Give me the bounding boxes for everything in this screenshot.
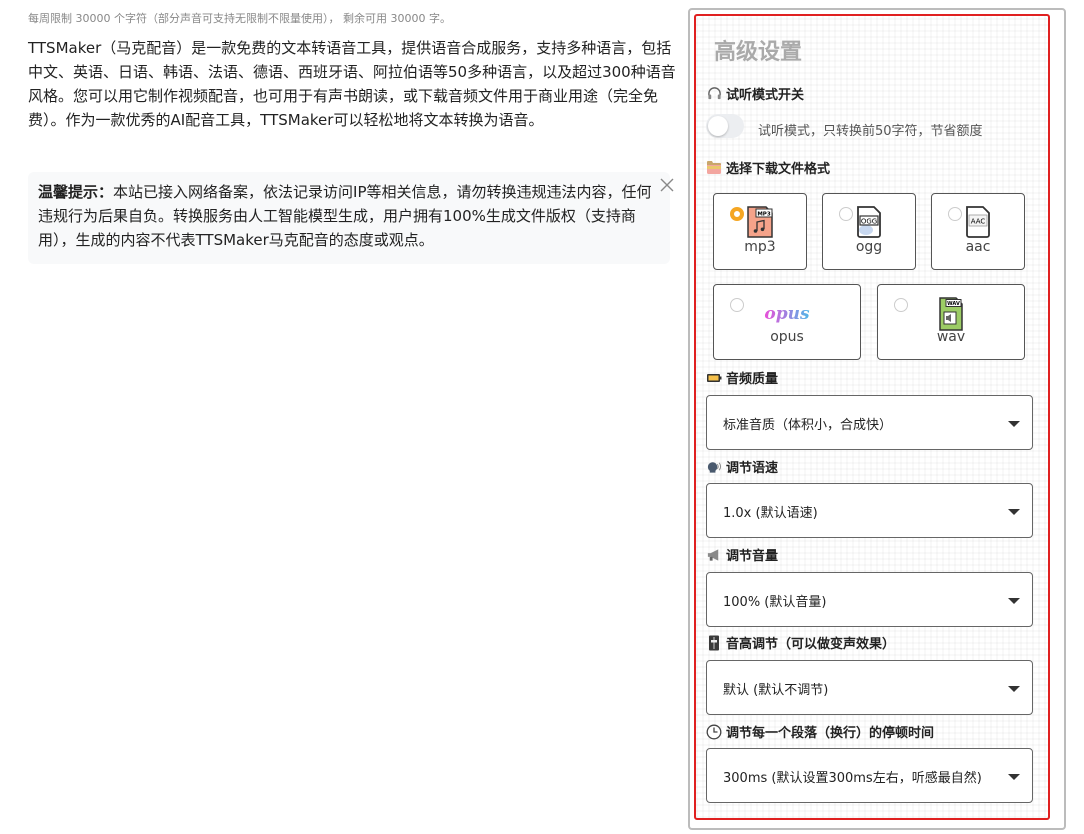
speed-select-value: 1.0x (默认语速) — [723, 506, 818, 521]
preview-mode-description: 试听模式，只转换前50字符，节省额度 — [758, 124, 983, 139]
format-radio-aac[interactable] — [948, 207, 962, 221]
format-radio-mp3[interactable] — [730, 207, 744, 221]
battery-icon — [706, 370, 722, 386]
chevron-down-icon — [1008, 421, 1020, 427]
preview-mode-label-text: 试听模式开关 — [726, 88, 805, 103]
speed-select[interactable]: 1.0x (默认语速) — [706, 483, 1033, 538]
preview-mode-toggle[interactable] — [706, 114, 744, 138]
format-option-wav[interactable]: WAV wav — [877, 284, 1025, 360]
pitch-label: 音高调节（可以做变声效果） — [706, 633, 895, 652]
format-label: 选择下载文件格式 — [706, 158, 830, 177]
chevron-down-icon — [1008, 774, 1020, 780]
quality-label-text: 音频质量 — [726, 372, 779, 387]
headphones-icon — [706, 86, 722, 102]
format-name-aac: aac — [965, 239, 991, 255]
pause-select-value: 300ms (默认设置300ms左右，听感最自然) — [723, 771, 982, 786]
svg-text:AAC: AAC — [971, 218, 986, 226]
format-radio-opus[interactable] — [730, 298, 744, 312]
folder-icon — [706, 160, 722, 176]
level-slider-icon — [706, 635, 722, 651]
wav-file-icon: WAV — [939, 297, 963, 331]
format-name-ogg: ogg — [855, 239, 883, 255]
svg-text:WAV: WAV — [947, 301, 960, 307]
format-name-mp3: mp3 — [744, 239, 776, 255]
format-option-ogg[interactable]: OGG ogg — [822, 193, 916, 270]
opus-logo-icon: opus — [764, 304, 810, 324]
quality-select-value: 标准音质（体积小，合成快） — [723, 418, 893, 433]
pause-select[interactable]: 300ms (默认设置300ms左右，听感最自然) — [706, 748, 1033, 803]
format-radio-wav[interactable] — [894, 298, 908, 312]
volume-label: 调节音量 — [706, 545, 778, 564]
chevron-down-icon — [1008, 509, 1020, 515]
close-icon[interactable] — [658, 176, 676, 194]
pause-label: 调节每一个段落（换行）的停顿时间 — [706, 722, 934, 741]
notice-label: 温馨提示： — [38, 183, 114, 201]
chevron-down-icon — [1008, 686, 1020, 692]
advanced-settings-panel: 高级设置 试听模式开关 试听模式，只转换前50字符，节省额度 选择下载文件格式 … — [694, 14, 1050, 820]
svg-text:opus: opus — [764, 304, 810, 324]
volume-select-value: 100% (默认音量) — [723, 595, 827, 610]
speaking-head-icon — [706, 459, 722, 475]
svg-text:MP3: MP3 — [757, 212, 771, 218]
notice-text: 本站已接入网络备案，依法记录访问IP等相关信息，请勿转换违规违法内容，任何违规行… — [38, 183, 652, 249]
ogg-file-icon: OGG — [857, 206, 881, 238]
pitch-label-text: 音高调节（可以做变声效果） — [726, 637, 896, 652]
notice-box: 温馨提示：本站已接入网络备案，依法记录访问IP等相关信息，请勿转换违规违法内容，… — [28, 172, 674, 264]
pause-label-text: 调节每一个段落（换行）的停顿时间 — [726, 726, 935, 741]
mp3-file-icon: MP3 — [747, 206, 773, 238]
chevron-down-icon — [1008, 598, 1020, 604]
panel-title: 高级设置 — [714, 40, 803, 65]
format-radio-ogg[interactable] — [839, 207, 853, 221]
quota-text: 每周限制 30000 个字符（部分声音可支持无限制不限量使用）， 剩余可用 30… — [28, 12, 451, 25]
preview-mode-label: 试听模式开关 — [706, 84, 804, 103]
quality-label: 音频质量 — [706, 368, 778, 387]
aac-file-icon: AAC — [966, 206, 990, 238]
volume-select[interactable]: 100% (默认音量) — [706, 572, 1033, 627]
intro-paragraph: TTSMaker（马克配音）是一款免费的文本转语音工具，提供语音合成服务，支持多… — [28, 39, 676, 129]
format-label-text: 选择下载文件格式 — [726, 162, 831, 177]
pitch-select[interactable]: 默认 (默认不调节) — [706, 660, 1033, 715]
format-option-aac[interactable]: AAC aac — [931, 193, 1025, 270]
format-option-opus[interactable]: opus opus — [713, 284, 861, 360]
megaphone-icon — [706, 547, 722, 563]
speed-label-text: 调节语速 — [726, 461, 779, 476]
format-name-opus: opus — [770, 329, 804, 345]
clock-icon — [706, 724, 722, 740]
speed-label: 调节语速 — [706, 457, 778, 476]
format-option-mp3[interactable]: MP3 mp3 — [713, 193, 807, 270]
pitch-select-value: 默认 (默认不调节) — [723, 683, 829, 698]
volume-label-text: 调节音量 — [726, 549, 779, 564]
quality-select[interactable]: 标准音质（体积小，合成快） — [706, 395, 1033, 450]
svg-text:OGG: OGG — [861, 218, 877, 226]
format-name-wav: wav — [936, 329, 966, 345]
